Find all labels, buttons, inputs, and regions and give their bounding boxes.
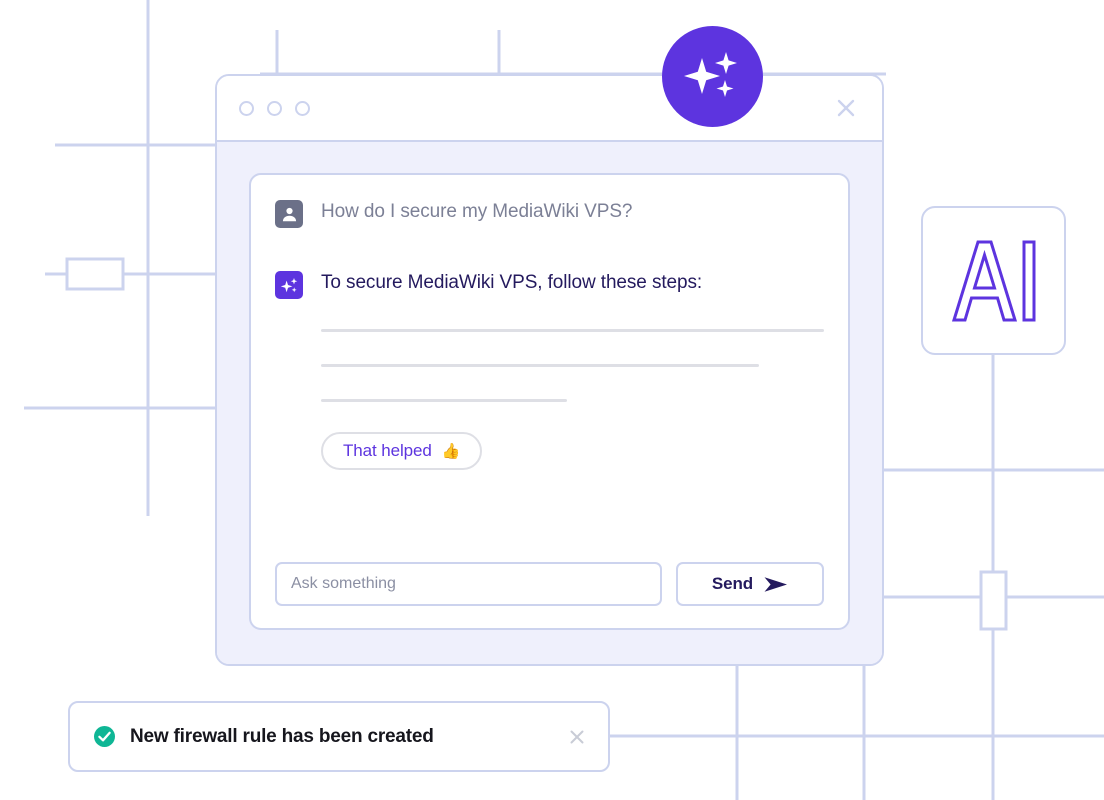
answer-placeholder-line — [321, 364, 759, 367]
toast-message: New firewall rule has been created — [130, 725, 434, 747]
window-dot-3[interactable] — [295, 100, 310, 116]
send-button-label: Send — [711, 574, 754, 593]
send-arrow-icon — [764, 576, 788, 592]
that-helped-button[interactable]: That helped 👍 — [321, 432, 483, 470]
toast-close-button[interactable] — [566, 726, 588, 748]
close-icon — [570, 730, 584, 743]
chat-message-user: How do I secure my MediaWiki VPS? — [275, 199, 824, 228]
answer-placeholder-lines — [321, 329, 824, 402]
window-body: How do I secure my MediaWiki VPS? To sec… — [217, 142, 882, 664]
close-window-button[interactable] — [832, 94, 860, 122]
user-message-text: How do I secure my MediaWiki VPS? — [321, 201, 633, 222]
chat-message-assistant: To secure MediaWiki VPS, follow these st… — [275, 270, 824, 299]
close-icon — [837, 99, 855, 117]
illustration-canvas: How do I secure my MediaWiki VPS? To sec… — [0, 0, 1104, 800]
grid-node-rect — [65, 257, 125, 291]
user-avatar-icon — [275, 200, 303, 228]
window-traffic-lights — [239, 100, 310, 116]
window-dot-2[interactable] — [267, 100, 282, 116]
sparkle-circle-badge — [662, 26, 763, 127]
chat-panel: How do I secure my MediaWiki VPS? To sec… — [249, 173, 850, 630]
ai-letters-icon — [951, 240, 1035, 321]
toast-notification: New firewall rule has been created — [68, 701, 610, 772]
assistant-avatar-icon — [275, 271, 303, 299]
assistant-message-text: To secure MediaWiki VPS, follow these st… — [321, 272, 703, 293]
thumbs-up-icon: 👍 — [441, 442, 461, 460]
sparkles-icon — [280, 277, 297, 292]
chat-composer: Send — [275, 562, 824, 606]
chat-window: How do I secure my MediaWiki VPS? To sec… — [215, 74, 884, 666]
check-circle-icon — [94, 726, 115, 747]
grid-node-rect — [979, 570, 1008, 631]
person-glyph-icon — [282, 207, 296, 221]
ask-something-input[interactable] — [275, 562, 662, 606]
window-titlebar — [217, 76, 882, 142]
window-dot-1[interactable] — [239, 100, 254, 116]
that-helped-label: That helped — [343, 441, 432, 460]
answer-placeholder-line — [321, 329, 824, 332]
feedback-row: That helped 👍 — [321, 432, 824, 470]
answer-placeholder-line — [321, 399, 568, 402]
ai-badge — [921, 206, 1066, 355]
sparkles-icon — [683, 51, 737, 97]
send-button[interactable]: Send — [676, 562, 824, 606]
